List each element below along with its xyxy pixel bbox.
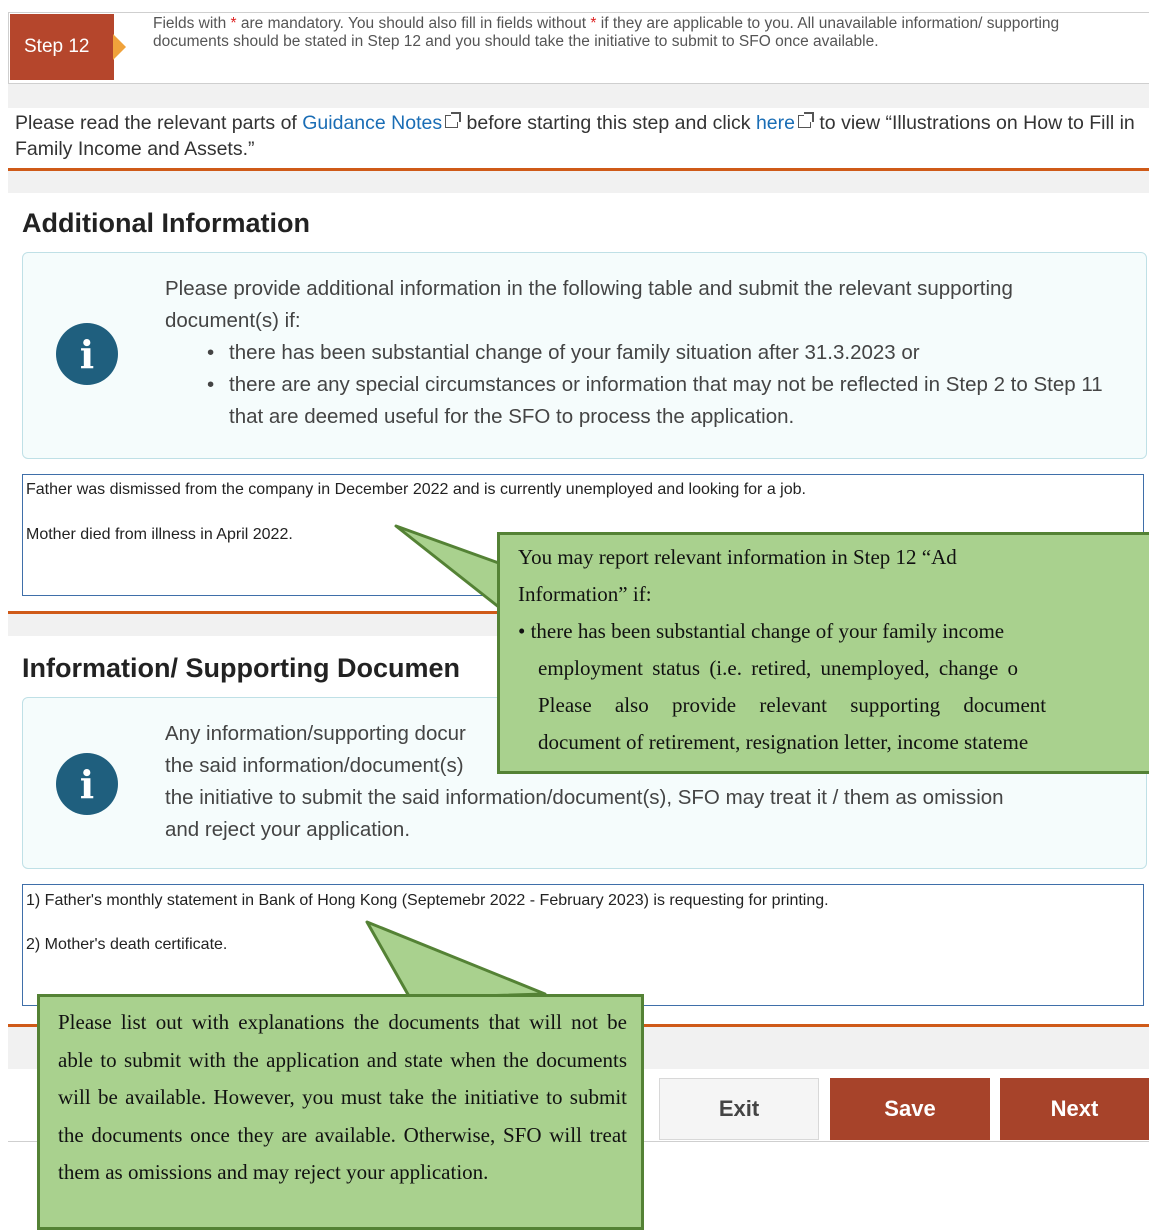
callout-documents-note: Please list out with explanations the do… [37,994,644,1230]
callout-line: Information” if: [518,582,652,606]
callout-line: You may report relevant information in S… [518,545,957,569]
callout-body: Please list out with explanations the do… [58,1010,627,1184]
callout-bottom-pointer [365,920,547,1000]
callout-line: • there has been substantial change of y… [518,619,1005,643]
callout-line: employment status (i.e. retired, unemplo… [538,656,1019,680]
callout-line: document of retirement, resignation lett… [538,730,1029,754]
callout-step12-note: You may report relevant information in S… [497,532,1149,774]
callout-top-pointer [394,524,509,610]
callout-line: Please also provide relevant supporting … [538,693,1047,717]
